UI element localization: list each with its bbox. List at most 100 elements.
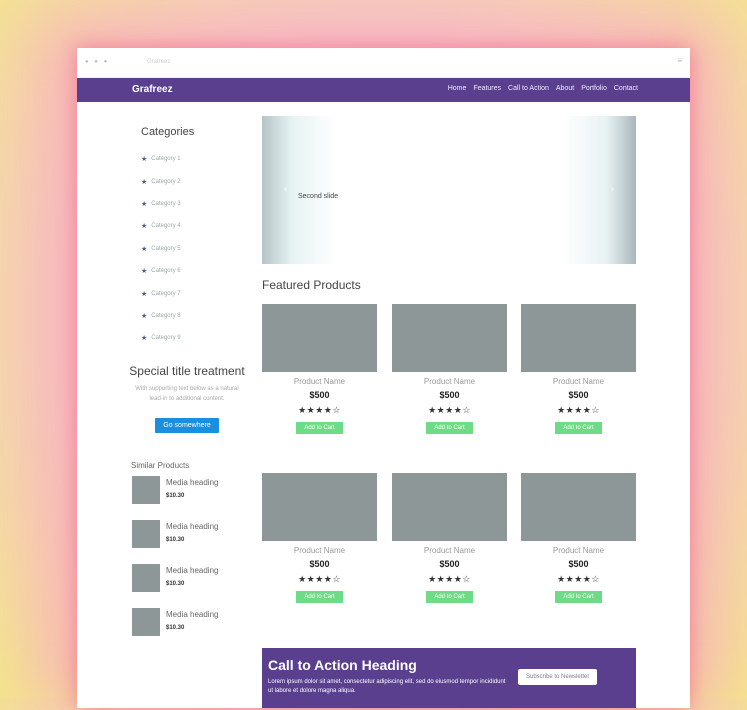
featured-title: Featured Products bbox=[262, 278, 361, 292]
star-icon: ★ bbox=[141, 245, 148, 253]
browser-chrome: ● ● ● Grafreez ≡ bbox=[77, 48, 690, 78]
media-item[interactable]: Media heading $10.30 bbox=[132, 519, 247, 550]
star-icon: ★ bbox=[141, 200, 148, 208]
category-item[interactable]: ★ Category 5 bbox=[141, 238, 247, 260]
product-name: Product Name bbox=[423, 377, 476, 386]
nav-features[interactable]: Features bbox=[473, 85, 501, 92]
category-item[interactable]: ★ Category 9 bbox=[141, 327, 247, 349]
category-item[interactable]: ★ Category 8 bbox=[141, 305, 247, 327]
media-price: $10.30 bbox=[166, 492, 185, 499]
rating-stars: ★★★★☆ bbox=[557, 574, 600, 584]
chevron-right-icon[interactable]: › bbox=[611, 184, 614, 195]
product-card: Product Name $500 ★★★★☆ Add to Cart bbox=[392, 304, 507, 434]
nav-call-to-action[interactable]: Call to Action bbox=[508, 85, 549, 92]
cta-heading: Call to Action Heading bbox=[268, 657, 417, 673]
window-dots: ● ● ● bbox=[85, 59, 110, 65]
product-price: $500 bbox=[309, 390, 330, 400]
call-to-action-section: Call to Action Heading Lorem ipsum dolor… bbox=[262, 648, 636, 708]
product-name: Product Name bbox=[293, 377, 346, 386]
carousel: ‹ Second slide › bbox=[262, 116, 636, 264]
chevron-left-icon[interactable]: ‹ bbox=[284, 184, 287, 195]
product-price: $500 bbox=[309, 559, 330, 569]
product-price: $500 bbox=[439, 390, 460, 400]
slide-caption: Second slide bbox=[298, 193, 339, 200]
media-heading: Media heading bbox=[166, 521, 219, 531]
product-price: $500 bbox=[568, 390, 589, 400]
media-price: $10.30 bbox=[166, 624, 185, 631]
category-item[interactable]: ★ Category 1 bbox=[141, 148, 247, 170]
product-image[interactable] bbox=[262, 304, 377, 372]
media-item[interactable]: Media heading $10.30 bbox=[132, 475, 247, 506]
category-item[interactable]: ★ Category 6 bbox=[141, 260, 247, 282]
product-name: Product Name bbox=[552, 377, 605, 386]
category-item[interactable]: ★ Category 7 bbox=[141, 282, 247, 304]
rating-stars: ★★★★☆ bbox=[298, 405, 341, 415]
star-icon: ★ bbox=[141, 178, 148, 186]
rating-stars: ★★★★☆ bbox=[428, 574, 471, 584]
product-card: Product Name $500 ★★★★☆ Add to Cart bbox=[262, 304, 377, 434]
media-heading: Media heading bbox=[166, 565, 219, 575]
star-icon: ★ bbox=[141, 312, 148, 320]
navbar: Grafreez Home Features Call to Action Ab… bbox=[77, 78, 690, 102]
product-image[interactable] bbox=[521, 473, 636, 541]
similar-products-title: Similar Products bbox=[131, 460, 190, 470]
product-name: Product Name bbox=[423, 546, 476, 555]
media-thumbnail bbox=[132, 475, 160, 504]
nav-links: Home Features Call to Action About Portf… bbox=[448, 85, 638, 92]
rating-stars: ★★★★☆ bbox=[557, 405, 600, 415]
media-price: $10.30 bbox=[166, 580, 185, 587]
cta-text: Lorem ipsum dolor sit amet, consectetur … bbox=[268, 679, 506, 694]
address-bar[interactable]: Grafreez bbox=[147, 59, 170, 65]
sidebar: Categories ★ Category 1 ★ Category 2 ★ Cate… bbox=[127, 126, 247, 652]
media-price: $10.30 bbox=[166, 536, 185, 543]
special-title: Special title treatment bbox=[129, 363, 245, 378]
star-icon: ★ bbox=[141, 290, 148, 298]
rating-stars: ★★★★☆ bbox=[298, 574, 341, 584]
categories-title: Categories bbox=[141, 126, 195, 138]
product-image[interactable] bbox=[392, 473, 507, 541]
nav-contact[interactable]: Contact bbox=[614, 85, 638, 92]
nav-home[interactable]: Home bbox=[448, 85, 467, 92]
category-item[interactable]: ★ Category 4 bbox=[141, 215, 247, 237]
star-icon: ★ bbox=[141, 268, 148, 276]
product-name: Product Name bbox=[552, 546, 605, 555]
media-heading: Media heading bbox=[166, 609, 219, 619]
menu-icon[interactable]: ≡ bbox=[677, 56, 682, 65]
product-card: Product Name $500 ★★★★☆ Add to Cart bbox=[262, 473, 377, 603]
product-name: Product Name bbox=[293, 546, 346, 555]
add-to-cart-button[interactable]: Add to Cart bbox=[426, 422, 473, 434]
product-image[interactable] bbox=[521, 304, 636, 372]
product-image[interactable] bbox=[392, 304, 507, 372]
category-item[interactable]: ★ Category 3 bbox=[141, 193, 247, 215]
special-card: Special title treatment With supporting … bbox=[127, 364, 247, 433]
media-heading: Media heading bbox=[166, 477, 219, 487]
add-to-cart-button[interactable]: Add to Cart bbox=[555, 422, 602, 434]
media-item[interactable]: Media heading $10.30 bbox=[132, 607, 247, 638]
product-price: $500 bbox=[439, 559, 460, 569]
media-item[interactable]: Media heading $10.30 bbox=[132, 563, 247, 594]
add-to-cart-button[interactable]: Add to Cart bbox=[555, 591, 602, 603]
browser-window: ● ● ● Grafreez ≡ Grafreez Home Features … bbox=[77, 48, 690, 708]
product-card: Product Name $500 ★★★★☆ Add to Cart bbox=[521, 473, 636, 603]
subscribe-button[interactable]: Subscribe to Newsletter bbox=[518, 669, 598, 685]
special-text: With supporting text below as a natural … bbox=[135, 385, 239, 402]
star-icon: ★ bbox=[141, 223, 148, 231]
go-somewhere-button[interactable]: Go somewhere bbox=[155, 417, 219, 433]
media-thumbnail bbox=[132, 519, 160, 548]
add-to-cart-button[interactable]: Add to Cart bbox=[426, 591, 473, 603]
star-icon: ★ bbox=[141, 335, 148, 343]
nav-portfolio[interactable]: Portfolio bbox=[581, 85, 607, 92]
product-image[interactable] bbox=[262, 473, 377, 541]
product-price: $500 bbox=[568, 559, 589, 569]
add-to-cart-button[interactable]: Add to Cart bbox=[296, 422, 343, 434]
product-card: Product Name $500 ★★★★☆ Add to Cart bbox=[521, 304, 636, 434]
media-thumbnail bbox=[132, 563, 160, 592]
category-item[interactable]: ★ Category 2 bbox=[141, 170, 247, 192]
star-icon: ★ bbox=[141, 156, 148, 164]
product-card: Product Name $500 ★★★★☆ Add to Cart bbox=[392, 473, 507, 603]
nav-about[interactable]: About bbox=[556, 85, 574, 92]
media-thumbnail bbox=[132, 607, 160, 636]
add-to-cart-button[interactable]: Add to Cart bbox=[296, 591, 343, 603]
brand-logo[interactable]: Grafreez bbox=[132, 84, 173, 95]
rating-stars: ★★★★☆ bbox=[428, 405, 471, 415]
